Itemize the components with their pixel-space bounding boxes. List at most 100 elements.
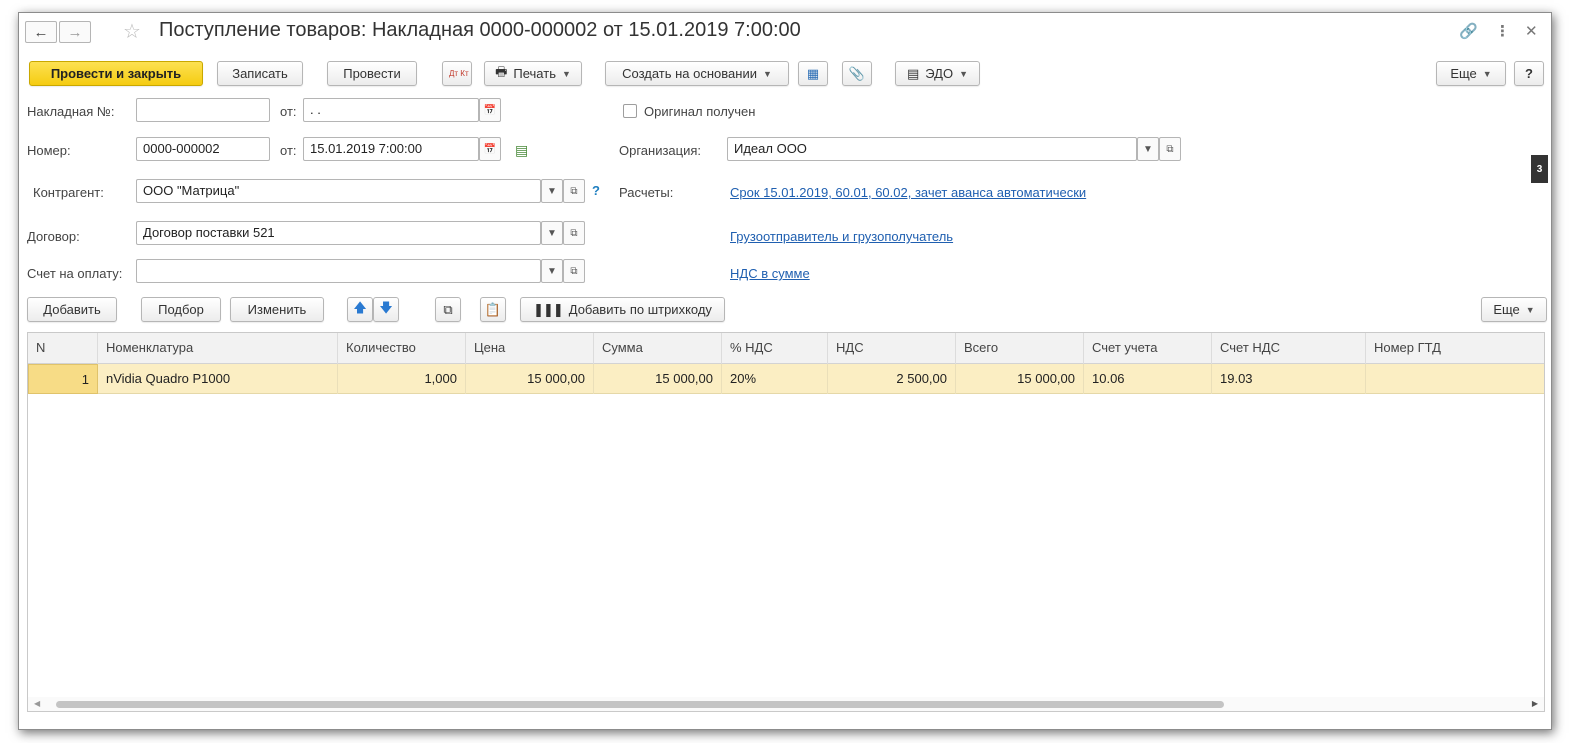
pick-button[interactable]: Подбор: [141, 297, 221, 322]
help-button[interactable]: ?: [1514, 61, 1544, 86]
side-panel-tab[interactable]: 3: [1531, 155, 1548, 183]
dt-kt-icon: Дт Кт: [449, 68, 469, 78]
column-header[interactable]: N: [28, 333, 98, 364]
shipper-consignee-link[interactable]: Грузоотправитель и грузополучатель: [730, 229, 953, 244]
invoice-date-label: от:: [280, 104, 297, 119]
add-by-barcode-button[interactable]: ❚❚❚ Добавить по штрихкоду: [520, 297, 725, 322]
dropdown-arrow-icon[interactable]: ▼: [541, 179, 563, 203]
chevron-down-icon: ▼: [1525, 304, 1535, 315]
printer-icon: 🖶: [495, 63, 508, 79]
column-header[interactable]: Счет НДС: [1212, 333, 1366, 364]
chevron-down-icon: ▼: [959, 68, 969, 79]
quantity-cell[interactable]: 1,000: [338, 364, 466, 394]
link-icon[interactable]: 🔗: [1459, 22, 1478, 40]
structure-icon[interactable]: ▦: [798, 61, 828, 86]
open-icon[interactable]: ⧉: [563, 259, 585, 283]
column-header[interactable]: Цена: [466, 333, 594, 364]
forward-arrow-icon[interactable]: →: [59, 21, 91, 43]
table-header: N Номенклатура Количество Цена Сумма % Н…: [28, 333, 1544, 364]
post-button[interactable]: Провести: [327, 61, 417, 86]
more-vertical-icon[interactable]: ⋮: [1495, 22, 1510, 40]
post-and-close-button[interactable]: Провести и закрыть: [29, 61, 203, 86]
organization-label: Организация:: [619, 143, 702, 158]
save-button[interactable]: Записать: [217, 61, 303, 86]
sum-cell[interactable]: 15 000,00: [594, 364, 722, 394]
print-label: Печать: [513, 66, 556, 81]
barcode-icon: ❚❚❚: [533, 301, 564, 317]
create-based-on-button[interactable]: Создать на основании ▼: [605, 61, 789, 86]
settlements-link[interactable]: Срок 15.01.2019, 60.01, 60.02, зачет ава…: [730, 185, 1086, 200]
dropdown-arrow-icon[interactable]: ▼: [541, 221, 563, 245]
calendar-icon[interactable]: 📅: [479, 137, 501, 161]
add-row-button[interactable]: Добавить: [27, 297, 117, 322]
window-title: Поступление товаров: Накладная 0000-0000…: [159, 19, 801, 41]
column-header[interactable]: Всего: [956, 333, 1084, 364]
scrollbar-thumb[interactable]: [56, 701, 1224, 708]
dropdown-arrow-icon[interactable]: ▼: [1137, 137, 1159, 161]
contract-field[interactable]: Договор поставки 521: [136, 221, 541, 245]
move-down-icon[interactable]: 🡇: [373, 297, 399, 322]
print-button[interactable]: 🖶 Печать ▼: [484, 61, 582, 86]
vat-in-sum-link[interactable]: НДС в сумме: [730, 266, 810, 281]
open-icon[interactable]: ⧉: [563, 179, 585, 203]
vat-account-cell[interactable]: 19.03: [1212, 364, 1366, 394]
document-date-field[interactable]: 15.01.2019 7:00:00: [303, 137, 479, 161]
column-header[interactable]: Номер ГТД: [1366, 333, 1546, 364]
original-received-checkbox[interactable]: [623, 104, 637, 118]
move-up-icon[interactable]: 🡅: [347, 297, 373, 322]
account-cell[interactable]: 10.06: [1084, 364, 1212, 394]
customs-number-cell[interactable]: [1366, 364, 1546, 394]
chevron-down-icon: ▼: [1482, 68, 1492, 79]
dropdown-arrow-icon[interactable]: ▼: [541, 259, 563, 283]
payment-invoice-field[interactable]: [136, 259, 541, 283]
scroll-left-icon[interactable]: ◀: [34, 699, 40, 708]
payment-invoice-label: Счет на оплату:: [27, 266, 123, 281]
settlements-label: Расчеты:: [619, 185, 674, 200]
attachment-icon[interactable]: 📎: [842, 61, 872, 86]
invoice-date-field[interactable]: . .: [303, 98, 479, 122]
chevron-down-icon: ▼: [762, 68, 772, 79]
counterparty-field[interactable]: ООО "Матрица": [136, 179, 541, 203]
calendar-icon[interactable]: 📅: [479, 98, 501, 122]
more-button[interactable]: Еще ▼: [1436, 61, 1506, 86]
vat-cell[interactable]: 2 500,00: [828, 364, 956, 394]
edit-button[interactable]: Изменить: [230, 297, 324, 322]
organization-field[interactable]: Идеал ООО: [727, 137, 1137, 161]
contract-label: Договор:: [27, 229, 80, 244]
favorite-star-icon[interactable]: ☆: [123, 19, 141, 44]
table-row[interactable]: 1 nVidia Quadro P1000 1,000 15 000,00 15…: [28, 364, 1544, 394]
total-cell[interactable]: 15 000,00: [956, 364, 1084, 394]
price-cell[interactable]: 15 000,00: [466, 364, 594, 394]
open-icon[interactable]: ⧉: [1159, 137, 1181, 161]
goods-table[interactable]: N Номенклатура Количество Цена Сумма % Н…: [27, 332, 1545, 712]
column-header[interactable]: Сумма: [594, 333, 722, 364]
table-more-button[interactable]: Еще ▼: [1481, 297, 1547, 322]
help-question-icon[interactable]: ?: [592, 183, 600, 198]
column-header[interactable]: % НДС: [722, 333, 828, 364]
horizontal-scrollbar[interactable]: ◀ ▶: [28, 697, 1544, 711]
row-number-cell[interactable]: 1: [28, 364, 98, 394]
scroll-right-icon[interactable]: ▶: [1532, 699, 1538, 708]
column-header[interactable]: Номенклатура: [98, 333, 338, 364]
document-window: ← → ☆ Поступление товаров: Накладная 000…: [18, 12, 1552, 730]
close-icon[interactable]: ✕: [1525, 22, 1538, 40]
add-by-barcode-label: Добавить по штрихкоду: [568, 302, 712, 317]
invoice-number-field[interactable]: [136, 98, 270, 122]
paste-icon[interactable]: 📋: [480, 297, 506, 322]
vat-rate-cell[interactable]: 20%: [722, 364, 828, 394]
column-header[interactable]: Счет учета: [1084, 333, 1212, 364]
column-header[interactable]: Количество: [338, 333, 466, 364]
invoice-number-label: Накладная №:: [27, 104, 115, 119]
edo-icon: ▤: [906, 65, 920, 81]
column-header[interactable]: НДС: [828, 333, 956, 364]
table-more-label: Еще: [1493, 302, 1520, 317]
nomenclature-cell[interactable]: nVidia Quadro P1000: [98, 364, 338, 394]
copy-icon[interactable]: ⧉: [435, 297, 461, 322]
open-icon[interactable]: ⧉: [563, 221, 585, 245]
number-field[interactable]: 0000-000002: [136, 137, 270, 161]
document-status-icon[interactable]: ▤: [515, 142, 528, 159]
create-based-label: Создать на основании: [622, 66, 757, 81]
edo-button[interactable]: ▤ ЭДО ▼: [895, 61, 980, 86]
back-arrow-icon[interactable]: ←: [25, 21, 57, 43]
dt-kt-button[interactable]: Дт Кт: [442, 61, 472, 86]
